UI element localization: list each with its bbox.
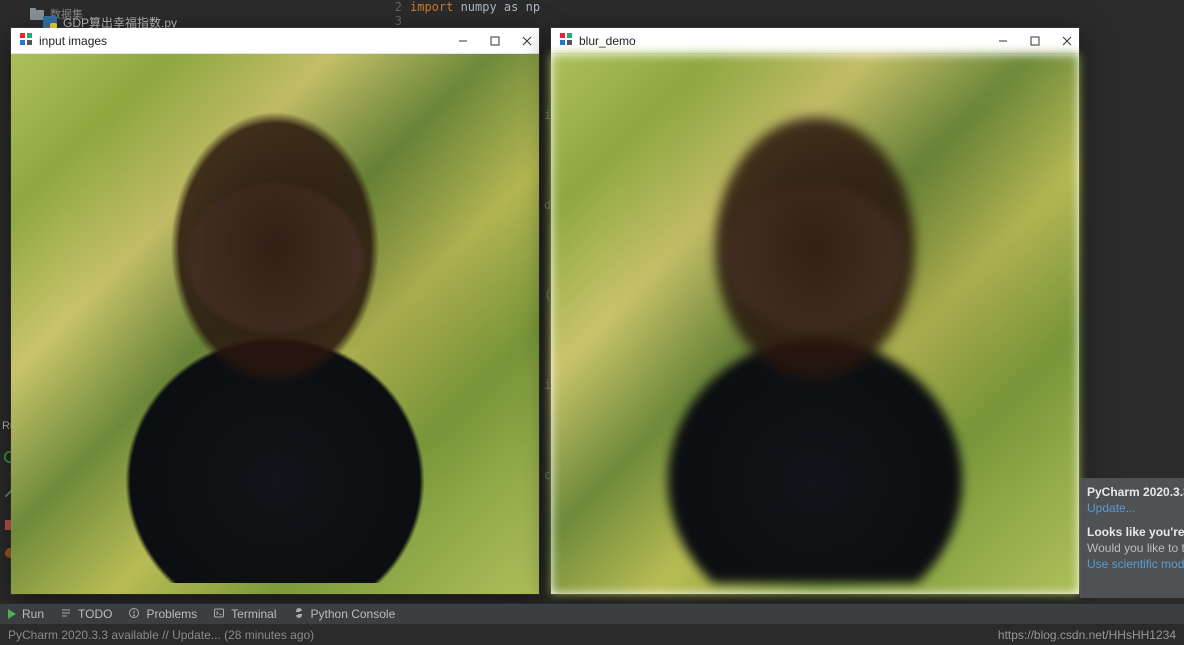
opencv-window-icon [559,32,573,49]
titlebar[interactable]: input images [11,28,539,54]
todo-icon [60,607,72,622]
tool-label: TODO [78,607,112,621]
opencv-window-icon [19,32,33,49]
folder-icon [30,8,44,20]
tool-label: Problems [146,607,197,621]
image-canvas [11,54,539,594]
window-blur-demo: blur_demo [551,28,1079,594]
status-update-message[interactable]: PyCharm 2020.3.3 available // Update... … [8,628,314,642]
watermark-text: https://blog.csdn.net/HHsHH1234 [998,628,1176,642]
python-console-icon [293,607,305,622]
close-button[interactable] [507,28,547,54]
notification-heading: Looks like you're u [1087,524,1178,540]
tool-label: Run [22,607,44,621]
code-line: import numpy as np [410,0,540,14]
problems-icon [128,607,140,622]
tool-label: Terminal [231,607,276,621]
close-button[interactable] [1047,28,1087,54]
image-canvas [551,54,1079,594]
window-input-images: input images [11,28,539,594]
tool-label: Python Console [311,607,396,621]
terminal-icon [213,607,225,622]
run-icon [8,609,16,619]
line-number: 3 [380,14,402,28]
bottom-toolbar: Run TODO Problems Terminal Python Consol… [0,603,1184,625]
notification-heading: PyCharm 2020.3.3 [1087,484,1178,500]
notification-text: Would you like to t [1087,540,1178,556]
window-title: input images [39,34,107,48]
notification-panel: PyCharm 2020.3.3 Update... Looks like yo… [1080,478,1184,598]
todo-toolwindow-button[interactable]: TODO [60,607,112,622]
editor-gutter: 2 3 [380,0,410,28]
window-title: blur_demo [579,34,636,48]
line-number: 2 [380,0,402,14]
status-bar: PyCharm 2020.3.3 available // Update... … [0,625,1184,645]
notification-scimode-link[interactable]: Use scientific mode [1087,556,1178,572]
notification-update-link[interactable]: Update... [1087,500,1178,516]
problems-toolwindow-button[interactable]: Problems [128,607,197,622]
editor-area[interactable]: 2 3 import numpy as np [380,0,1184,28]
terminal-toolwindow-button[interactable]: Terminal [213,607,276,622]
titlebar[interactable]: blur_demo [551,28,1079,54]
run-toolwindow-button[interactable]: Run [8,607,44,621]
python-console-toolwindow-button[interactable]: Python Console [293,607,396,622]
